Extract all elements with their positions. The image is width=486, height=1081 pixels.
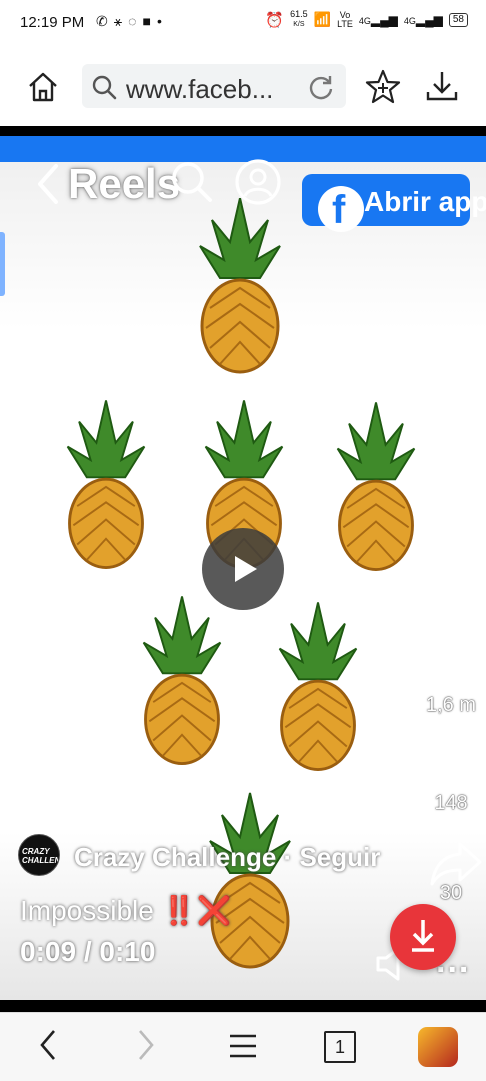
avatar[interactable]: CRAZY CHALLENGE bbox=[18, 834, 60, 876]
like-icon bbox=[428, 644, 484, 694]
profile-icon[interactable] bbox=[234, 158, 282, 206]
pineapple-image bbox=[199, 198, 281, 374]
status-time: 12:19 PM bbox=[20, 14, 85, 31]
network-type-2: 4G bbox=[403, 15, 416, 26]
pineapple-image bbox=[209, 792, 291, 969]
volte-indicator: Vo LTE bbox=[337, 10, 353, 29]
battery-icon: 58 bbox=[448, 12, 468, 27]
pineapple-image bbox=[142, 596, 222, 765]
play-button[interactable] bbox=[202, 528, 284, 610]
speed-value: 61.5 bbox=[290, 9, 308, 19]
status-bar: 12:19 PM ✆ ⚹ ◌ ■ • ⏰ 61.5 K/S 📶 Vo LTE 4… bbox=[0, 0, 486, 48]
follow-separator: · bbox=[283, 842, 293, 872]
share-action[interactable]: 30 bbox=[416, 840, 486, 905]
current-time: 0:09 bbox=[20, 936, 77, 967]
reels-nav: Reels f Abrir app bbox=[0, 156, 486, 232]
like-action[interactable]: 1,6 m bbox=[416, 642, 486, 717]
star-add-icon[interactable] bbox=[364, 68, 402, 106]
alarm-icon: ⏰ bbox=[265, 11, 285, 29]
square-icon: ■ bbox=[142, 13, 151, 29]
follow-button[interactable]: Seguir bbox=[299, 842, 380, 872]
video-timecode: 0:09 / 0:10 bbox=[20, 936, 155, 968]
comment-action[interactable]: 148 bbox=[416, 738, 486, 815]
facebook-logo-icon: f bbox=[318, 186, 364, 232]
url-text: www.faceb... bbox=[126, 74, 274, 104]
speed-unit: K/S bbox=[293, 21, 305, 28]
volte-bottom: LTE bbox=[337, 18, 353, 29]
browser-bottom-bar: 1 bbox=[0, 1012, 486, 1081]
speed-indicator: 61.5 K/S bbox=[290, 10, 308, 29]
open-app-label: Abrir app bbox=[364, 186, 486, 217]
game-app-icon[interactable] bbox=[418, 1027, 458, 1067]
whatsapp-icon: ✆ bbox=[96, 13, 108, 29]
description-text: Impossible bbox=[20, 895, 154, 926]
pineapple-image bbox=[66, 400, 146, 569]
browser-toolbar: www.faceb... bbox=[0, 48, 486, 126]
reload-icon[interactable] bbox=[308, 74, 334, 100]
chevron-left-icon[interactable] bbox=[34, 162, 62, 206]
toggle-icon: ⚹ bbox=[113, 13, 123, 29]
dot-icon: • bbox=[156, 13, 162, 29]
reel-description: Impossible ‼️❌ bbox=[20, 894, 231, 927]
share-count: 30 bbox=[439, 882, 463, 904]
notification-icons: ✆ ⚹ ◌ ■ • bbox=[96, 13, 162, 30]
signal-2: 4G▂▄▆ bbox=[404, 13, 443, 27]
web-viewport: Reels f Abrir app 1,6 m 148 30 CRAZY CHA… bbox=[0, 126, 486, 1012]
like-count: 1,6 m bbox=[425, 694, 477, 716]
comment-count: 148 bbox=[434, 792, 468, 814]
author-name-text: Crazy Challenge bbox=[74, 842, 277, 872]
author-name[interactable]: Crazy Challenge · Seguir bbox=[74, 842, 380, 873]
network-type-1: 4G bbox=[358, 15, 371, 26]
duration: 0:10 bbox=[99, 936, 156, 967]
download-video-button[interactable] bbox=[390, 904, 456, 970]
forward-icon[interactable] bbox=[134, 1027, 158, 1063]
download-icon bbox=[412, 920, 434, 952]
avatar-text: CRAZY CHALLENGE bbox=[22, 847, 60, 865]
pineapple-image bbox=[278, 602, 358, 771]
pineapple-image bbox=[336, 402, 416, 571]
signal-1: 4G▂▄▆ bbox=[359, 13, 398, 27]
share-icon bbox=[430, 842, 482, 886]
system-icons: ⏰ 61.5 K/S 📶 Vo LTE 4G▂▄▆ 4G▂▄▆ 58 bbox=[265, 10, 468, 29]
download-icon[interactable] bbox=[424, 68, 460, 104]
circle-icon: ◌ bbox=[128, 13, 137, 29]
signal-icon: ▂▄▆ bbox=[415, 12, 443, 27]
search-icon bbox=[92, 75, 117, 100]
tabs-icon[interactable]: 1 bbox=[324, 1031, 356, 1063]
signal-icon: ▂▄▆ bbox=[370, 12, 398, 27]
url-field[interactable]: www.faceb... bbox=[82, 64, 346, 108]
time-separator: / bbox=[83, 936, 92, 967]
home-icon[interactable] bbox=[26, 70, 60, 104]
back-icon[interactable] bbox=[36, 1027, 60, 1063]
open-app-button[interactable]: f Abrir app bbox=[302, 174, 486, 232]
comment-icon bbox=[430, 740, 482, 792]
wifi-icon: 📶 bbox=[313, 11, 332, 27]
menu-icon[interactable] bbox=[228, 1033, 258, 1059]
reels-title: Reels bbox=[68, 160, 181, 207]
side-handle[interactable] bbox=[0, 232, 5, 296]
description-emojis: ‼️❌ bbox=[161, 895, 232, 926]
search-icon[interactable] bbox=[168, 158, 216, 206]
